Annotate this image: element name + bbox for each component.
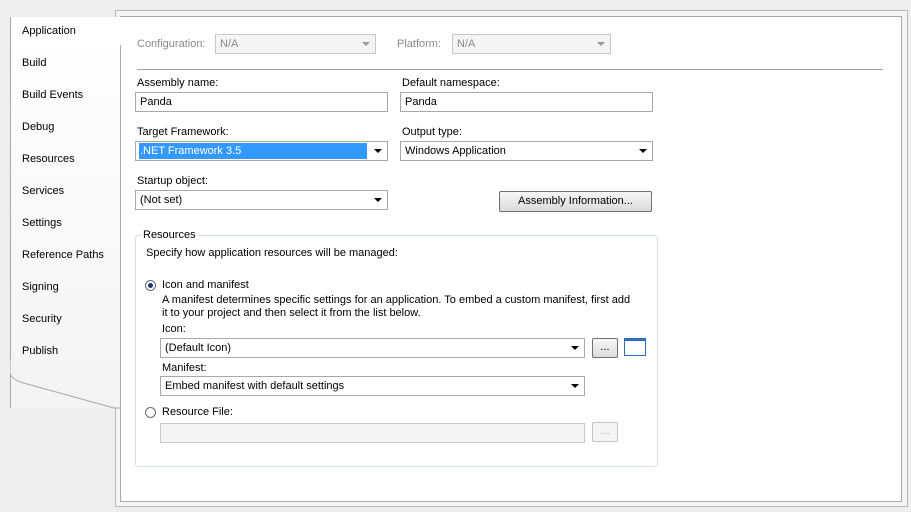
configuration-value: N/A (220, 38, 239, 50)
tab-reference-paths[interactable]: Reference Paths (22, 245, 104, 265)
startup-object-select[interactable]: (Not set) (135, 190, 388, 210)
default-namespace-input[interactable]: Panda (400, 92, 653, 112)
assembly-name-input[interactable]: Panda (135, 92, 388, 112)
output-type-label: Output type: (402, 126, 462, 138)
target-framework-value: .NET Framework 3.5 (139, 143, 367, 159)
tab-settings[interactable]: Settings (22, 213, 62, 233)
tab-services[interactable]: Services (22, 181, 64, 201)
tab-publish[interactable]: Publish (22, 341, 58, 361)
resource-file-radio[interactable] (145, 407, 156, 418)
separator (137, 69, 883, 70)
chevron-down-icon (597, 42, 605, 46)
platform-label: Platform: (397, 38, 442, 50)
output-type-value: Windows Application (405, 145, 506, 157)
manifest-value: Embed manifest with default settings (165, 380, 345, 392)
tab-resources[interactable]: Resources (22, 149, 75, 169)
radio-selected-dot (148, 283, 153, 288)
resource-file-label[interactable]: Resource File: (162, 406, 233, 418)
assembly-information-button[interactable]: Assembly Information... (499, 191, 652, 212)
tab-signing[interactable]: Signing (22, 277, 59, 297)
icon-manifest-description-line1: A manifest determines specific settings … (162, 294, 631, 306)
icon-manifest-label[interactable]: Icon and manifest (162, 279, 249, 291)
resources-description: Specify how application resources will b… (146, 247, 398, 259)
resource-file-browse-button[interactable]: ... (592, 422, 618, 442)
tab-build[interactable]: Build (22, 53, 46, 73)
tab-security[interactable]: Security (22, 309, 62, 329)
manifest-label: Manifest: (162, 362, 207, 374)
resource-file-input[interactable] (160, 423, 585, 443)
output-type-select[interactable]: Windows Application (400, 141, 653, 161)
chevron-down-icon (374, 198, 382, 202)
target-framework-select[interactable]: .NET Framework 3.5 (135, 141, 388, 161)
icon-manifest-radio[interactable] (145, 280, 156, 291)
tab-strip-tail (10, 360, 120, 409)
tab-debug[interactable]: Debug (22, 117, 54, 137)
icon-label: Icon: (162, 323, 186, 335)
startup-object-value: (Not set) (140, 194, 183, 206)
resources-group-title: Resources (141, 229, 198, 241)
icon-value: (Default Icon) (165, 342, 232, 354)
chevron-down-icon (571, 384, 579, 388)
platform-value: N/A (457, 38, 476, 50)
configuration-label: Configuration: (137, 38, 206, 50)
chevron-down-icon (374, 149, 382, 153)
chevron-down-icon (571, 346, 579, 350)
startup-object-label: Startup object: (137, 175, 208, 187)
configuration-select[interactable]: N/A (215, 34, 376, 54)
tab-build-events[interactable]: Build Events (22, 85, 83, 105)
icon-manifest-description-line2: it to your project and then select it fr… (162, 307, 421, 319)
manifest-select[interactable]: Embed manifest with default settings (160, 376, 585, 396)
window-icon (624, 338, 646, 356)
assembly-name-label: Assembly name: (137, 77, 219, 89)
chevron-down-icon (639, 149, 647, 153)
target-framework-label: Target Framework: (137, 126, 229, 138)
platform-select[interactable]: N/A (452, 34, 611, 54)
icon-select[interactable]: (Default Icon) (160, 338, 585, 358)
default-namespace-label: Default namespace: (402, 77, 500, 89)
tab-application[interactable]: Application (11, 17, 121, 45)
chevron-down-icon (362, 42, 370, 46)
icon-browse-button[interactable]: ... (592, 338, 618, 358)
